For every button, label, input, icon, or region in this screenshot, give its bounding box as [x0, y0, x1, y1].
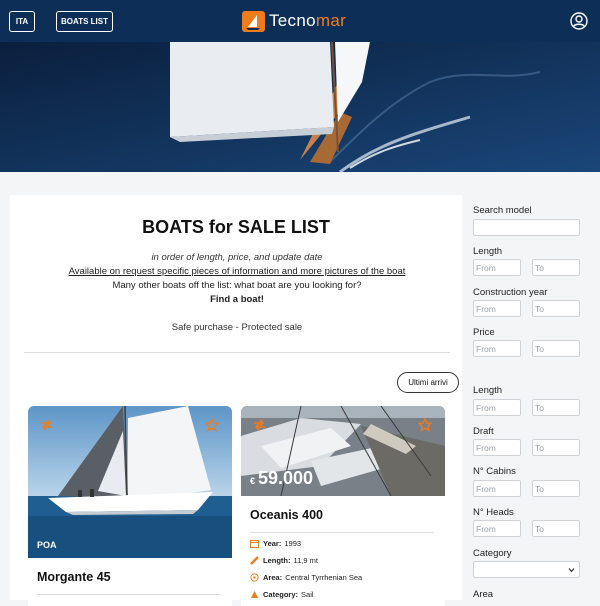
spec-category: Category: Sail: [250, 590, 314, 599]
category-select[interactable]: [473, 561, 580, 578]
price-from-input[interactable]: From: [473, 340, 521, 357]
boat-price: €59.000: [250, 468, 314, 488]
boat-photo[interactable]: POA: [28, 406, 232, 558]
length-label: Length: [473, 246, 503, 257]
length2-to-input[interactable]: To: [532, 399, 580, 416]
safe-purchase-text: Safe purchase - Protected sale: [171, 322, 303, 333]
logo[interactable]: Tecnomar: [242, 10, 346, 32]
cabins-label: N° Cabins: [473, 466, 516, 477]
boat-card[interactable]: €59.000 Oceanis 400 Year: 1993 Length: 11,…: [241, 406, 445, 606]
hero-image: [0, 42, 600, 172]
price-on-application-badge: POA: [37, 540, 57, 550]
heads-to-input[interactable]: To: [532, 520, 580, 537]
search-model-label: Search model: [473, 205, 532, 216]
price-to-input[interactable]: To: [532, 340, 580, 357]
search-model-input[interactable]: [473, 219, 580, 236]
boats-list-button[interactable]: BOATS LIST: [56, 11, 113, 32]
favorite-star-icon[interactable]: [205, 418, 219, 432]
compare-swap-icon[interactable]: [253, 419, 266, 431]
boat-name[interactable]: Morgante 45: [37, 570, 111, 584]
other-boats-text: Many other boats off the list: what boat…: [112, 280, 362, 291]
user-account-icon[interactable]: [570, 12, 588, 30]
page-title: BOATS for SALE LIST: [142, 217, 330, 237]
favorite-star-icon[interactable]: [418, 418, 432, 432]
length2-from-input[interactable]: From: [473, 399, 521, 416]
ruler-icon: [250, 556, 259, 565]
length-label-2: Length: [473, 385, 503, 396]
cabins-to-input[interactable]: To: [532, 480, 580, 497]
sail-logo-icon: [242, 10, 265, 32]
draft-from-input[interactable]: From: [473, 439, 521, 456]
boat-photo[interactable]: €59.000: [241, 406, 445, 496]
year-from-input[interactable]: From: [473, 300, 521, 317]
area-label: Area: [473, 589, 494, 600]
divider: [37, 594, 221, 595]
top-navbar: ITA BOATS LIST Tecnomar: [0, 0, 600, 42]
spec-area: Area: Central Tyrrhenian Sea: [250, 573, 362, 582]
spec-length: Length: 11,9 mt: [250, 556, 318, 565]
year-to-input[interactable]: To: [532, 300, 580, 317]
cabins-from-input[interactable]: From: [473, 480, 521, 497]
compass-icon: [250, 573, 259, 582]
heads-label: N° Heads: [473, 507, 514, 518]
divider: [24, 352, 450, 353]
boat-list-panel: BOATS for SALE LIST in order of length, …: [10, 195, 464, 606]
category-label: Category: [473, 548, 512, 559]
logo-text: Tecnomar: [269, 11, 347, 30]
price-label: Price: [473, 327, 495, 338]
compare-swap-icon[interactable]: [40, 419, 53, 431]
draft-label: Draft: [473, 426, 494, 437]
length-from-input[interactable]: From: [473, 259, 521, 276]
length-to-input[interactable]: To: [532, 259, 580, 276]
latest-arrivals-button[interactable]: Ultimi arrivi: [397, 372, 459, 393]
chevron-down-icon: [568, 568, 575, 573]
category-icon: [251, 591, 258, 598]
construction-year-label: Construction year: [473, 287, 548, 298]
list-order-note: in order of length, price, and update da…: [151, 252, 323, 263]
boat-name[interactable]: Oceanis 400: [250, 508, 323, 522]
language-button[interactable]: ITA: [9, 11, 35, 32]
divider: [250, 532, 434, 533]
spec-year: Year: 1993: [250, 539, 301, 548]
request-info-link[interactable]: Available on request specific pieces of …: [10, 266, 464, 277]
boat-card[interactable]: POA Morgante 45: [28, 406, 232, 606]
heads-from-input[interactable]: From: [473, 520, 521, 537]
calendar-icon: [250, 540, 259, 548]
draft-to-input[interactable]: To: [532, 439, 580, 456]
find-boat-text: Find a boat!: [210, 294, 264, 305]
